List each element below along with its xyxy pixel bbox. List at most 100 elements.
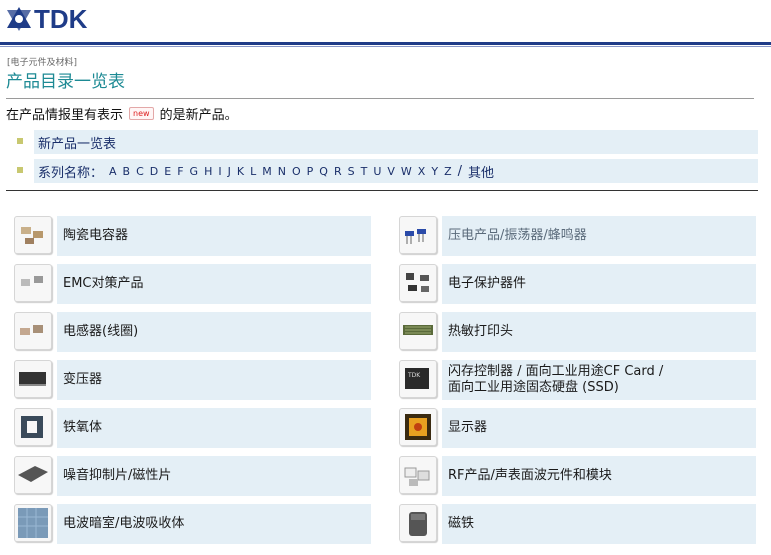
series-letter-o[interactable]: O bbox=[292, 165, 301, 178]
category-item[interactable]: 电子保护器件 bbox=[399, 264, 756, 304]
category-label-box[interactable]: 铁氧体 bbox=[57, 408, 371, 448]
series-letter-m[interactable]: M bbox=[262, 165, 272, 178]
series-letter-y[interactable]: Y bbox=[431, 165, 438, 178]
category-item[interactable]: EMC对策产品 bbox=[14, 264, 371, 304]
category-label-box[interactable]: EMC对策产品 bbox=[57, 264, 371, 304]
category-label[interactable]: 电子保护器件 bbox=[448, 276, 526, 292]
inductor-icon[interactable] bbox=[14, 312, 52, 350]
series-letter-h[interactable]: H bbox=[204, 165, 212, 178]
new-product-list-link[interactable]: 新产品一览表 bbox=[38, 133, 116, 152]
ceramic-capacitor-icon[interactable] bbox=[14, 216, 52, 254]
new-list-row: 新产品一览表 bbox=[34, 130, 758, 154]
display-icon[interactable] bbox=[399, 408, 437, 446]
flash-controller-icon[interactable]: TDK bbox=[399, 360, 437, 398]
series-letter-d[interactable]: D bbox=[150, 165, 158, 178]
category-item[interactable]: 电波暗室/电波吸收体 bbox=[14, 504, 371, 544]
magnet-icon[interactable] bbox=[399, 504, 437, 542]
series-letter-e[interactable]: E bbox=[164, 165, 171, 178]
anechoic-chamber-icon[interactable] bbox=[14, 504, 52, 542]
header-rule-thin bbox=[0, 46, 771, 47]
series-letter-i[interactable]: I bbox=[218, 165, 221, 178]
category-label-box[interactable]: 电感器(线圈) bbox=[57, 312, 371, 352]
category-label-box[interactable]: 电波暗室/电波吸收体 bbox=[57, 504, 371, 544]
category-item[interactable]: 铁氧体 bbox=[14, 408, 371, 448]
category-item[interactable]: 噪音抑制片/磁性片 bbox=[14, 456, 371, 496]
category-item[interactable]: 显示器 bbox=[399, 408, 756, 448]
category-item[interactable]: 压电产品/振荡器/蜂鸣器 bbox=[399, 216, 756, 256]
transformer-icon[interactable] bbox=[14, 360, 52, 398]
series-letter-n[interactable]: N bbox=[278, 165, 286, 178]
category-label[interactable]: 电波暗室/电波吸收体 bbox=[63, 516, 184, 532]
category-item[interactable]: 陶瓷电容器 bbox=[14, 216, 371, 256]
category-item[interactable]: 热敏打印头 bbox=[399, 312, 756, 352]
category-label-box[interactable]: RF产品/声表面波元件和模块 bbox=[442, 456, 756, 496]
series-letter-g[interactable]: G bbox=[190, 165, 199, 178]
category-label[interactable]: 闪存控制器 / 面向工业用途CF Card / bbox=[448, 364, 663, 380]
thermal-printhead-icon[interactable] bbox=[399, 312, 437, 350]
category-label-box[interactable]: 热敏打印头 bbox=[442, 312, 756, 352]
category-label[interactable]: 热敏打印头 bbox=[448, 324, 513, 340]
category-label-box[interactable]: 磁铁 bbox=[442, 504, 756, 544]
series-letter-u[interactable]: U bbox=[373, 165, 381, 178]
series-letter-v[interactable]: V bbox=[387, 165, 395, 178]
noise-sheet-icon[interactable] bbox=[14, 456, 52, 494]
category-item[interactable]: 电感器(线圈) bbox=[14, 312, 371, 352]
category-item[interactable]: 磁铁 bbox=[399, 504, 756, 544]
category-label-box[interactable]: 噪音抑制片/磁性片 bbox=[57, 456, 371, 496]
new-product-note: 在产品情报里有表示 new 的是新产品。 bbox=[6, 104, 238, 123]
series-letter-r[interactable]: R bbox=[334, 165, 342, 178]
series-letter-q[interactable]: Q bbox=[319, 165, 328, 178]
series-letter-f[interactable]: F bbox=[177, 165, 183, 178]
category-label[interactable]: 变压器 bbox=[63, 372, 102, 388]
category-item[interactable]: RF产品/声表面波元件和模块 bbox=[399, 456, 756, 496]
category-item[interactable]: TDK 闪存控制器 / 面向工业用途CF Card / 面向工业用途固态硬盘 (SS… bbox=[399, 360, 756, 400]
series-letter-a[interactable]: A bbox=[109, 165, 117, 178]
series-label: 系列名称： bbox=[38, 165, 104, 181]
category-label[interactable]: EMC对策产品 bbox=[63, 276, 144, 292]
header: TDK bbox=[0, 0, 771, 44]
emc-component-icon[interactable] bbox=[14, 264, 52, 302]
category-label[interactable]: RF产品/声表面波元件和模块 bbox=[448, 468, 612, 484]
category-label[interactable]: 显示器 bbox=[448, 420, 487, 436]
category-label-box[interactable]: 陶瓷电容器 bbox=[57, 216, 371, 256]
protection-device-icon[interactable] bbox=[399, 264, 437, 302]
category-label-box[interactable]: 闪存控制器 / 面向工业用途CF Card / 面向工业用途固态硬盘 (SSD) bbox=[442, 360, 756, 400]
category-label-line2[interactable]: 面向工业用途固态硬盘 (SSD) bbox=[448, 380, 663, 396]
series-others-link[interactable]: 其他 bbox=[468, 162, 494, 181]
series-letter-l[interactable]: L bbox=[250, 165, 256, 178]
category-label[interactable]: 电感器(线圈) bbox=[63, 324, 138, 340]
series-letter-t[interactable]: T bbox=[361, 165, 368, 178]
logo-text: TDK bbox=[34, 4, 88, 34]
category-label-box[interactable]: 电子保护器件 bbox=[442, 264, 756, 304]
rf-module-icon[interactable] bbox=[399, 456, 437, 494]
series-letter-x[interactable]: X bbox=[418, 165, 426, 178]
bullet-icon bbox=[17, 167, 23, 173]
category-label-box[interactable]: 显示器 bbox=[442, 408, 756, 448]
header-rule bbox=[0, 42, 771, 45]
series-letter-j[interactable]: J bbox=[228, 165, 231, 178]
svg-text:TDK: TDK bbox=[407, 372, 421, 379]
category-label[interactable]: 磁铁 bbox=[448, 516, 474, 532]
others-separator: / bbox=[457, 163, 463, 179]
series-letter-links: ABCDEFGHIJKLMNOPQRSTUVWXYZ bbox=[109, 164, 458, 179]
category-label[interactable]: 铁氧体 bbox=[63, 420, 102, 436]
ferrite-core-icon[interactable] bbox=[14, 408, 52, 446]
series-letter-c[interactable]: C bbox=[136, 165, 144, 178]
series-letter-z[interactable]: Z bbox=[444, 165, 452, 178]
series-letter-p[interactable]: P bbox=[307, 165, 314, 178]
category-item[interactable]: 变压器 bbox=[14, 360, 371, 400]
category-label[interactable]: 陶瓷电容器 bbox=[63, 228, 128, 244]
series-letter-s[interactable]: S bbox=[348, 165, 355, 178]
category-label-box[interactable]: 变压器 bbox=[57, 360, 371, 400]
series-letter-k[interactable]: K bbox=[237, 165, 244, 178]
tdk-logo[interactable]: TDK bbox=[6, 6, 87, 32]
category-label[interactable]: 压电产品/振荡器/蜂鸣器 bbox=[448, 228, 587, 244]
new-badge: new bbox=[129, 107, 154, 120]
piezo-icon[interactable] bbox=[399, 216, 437, 254]
note-prefix: 在产品情报里有表示 bbox=[6, 108, 124, 123]
series-letter-w[interactable]: W bbox=[401, 165, 412, 178]
category-label[interactable]: 噪音抑制片/磁性片 bbox=[63, 468, 171, 484]
title-divider bbox=[6, 98, 754, 99]
series-letter-b[interactable]: B bbox=[123, 165, 131, 178]
category-label-box[interactable]: 压电产品/振荡器/蜂鸣器 bbox=[442, 216, 756, 256]
